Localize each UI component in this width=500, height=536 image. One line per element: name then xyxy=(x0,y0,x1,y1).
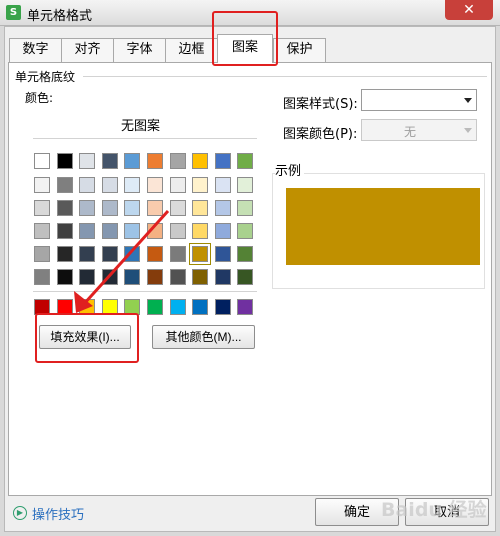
window-title: 单元格格式 xyxy=(27,9,93,24)
close-button[interactable]: ✕ xyxy=(445,0,493,20)
annotation-arrow xyxy=(74,209,170,313)
app-logo-icon: S xyxy=(6,5,21,20)
close-icon: ✕ xyxy=(463,2,475,18)
format-cells-dialog: 数字 对齐 字体 边框 图案 保护 单元格底纹 颜色: 无图案 填充效果(I).… xyxy=(4,11,496,532)
